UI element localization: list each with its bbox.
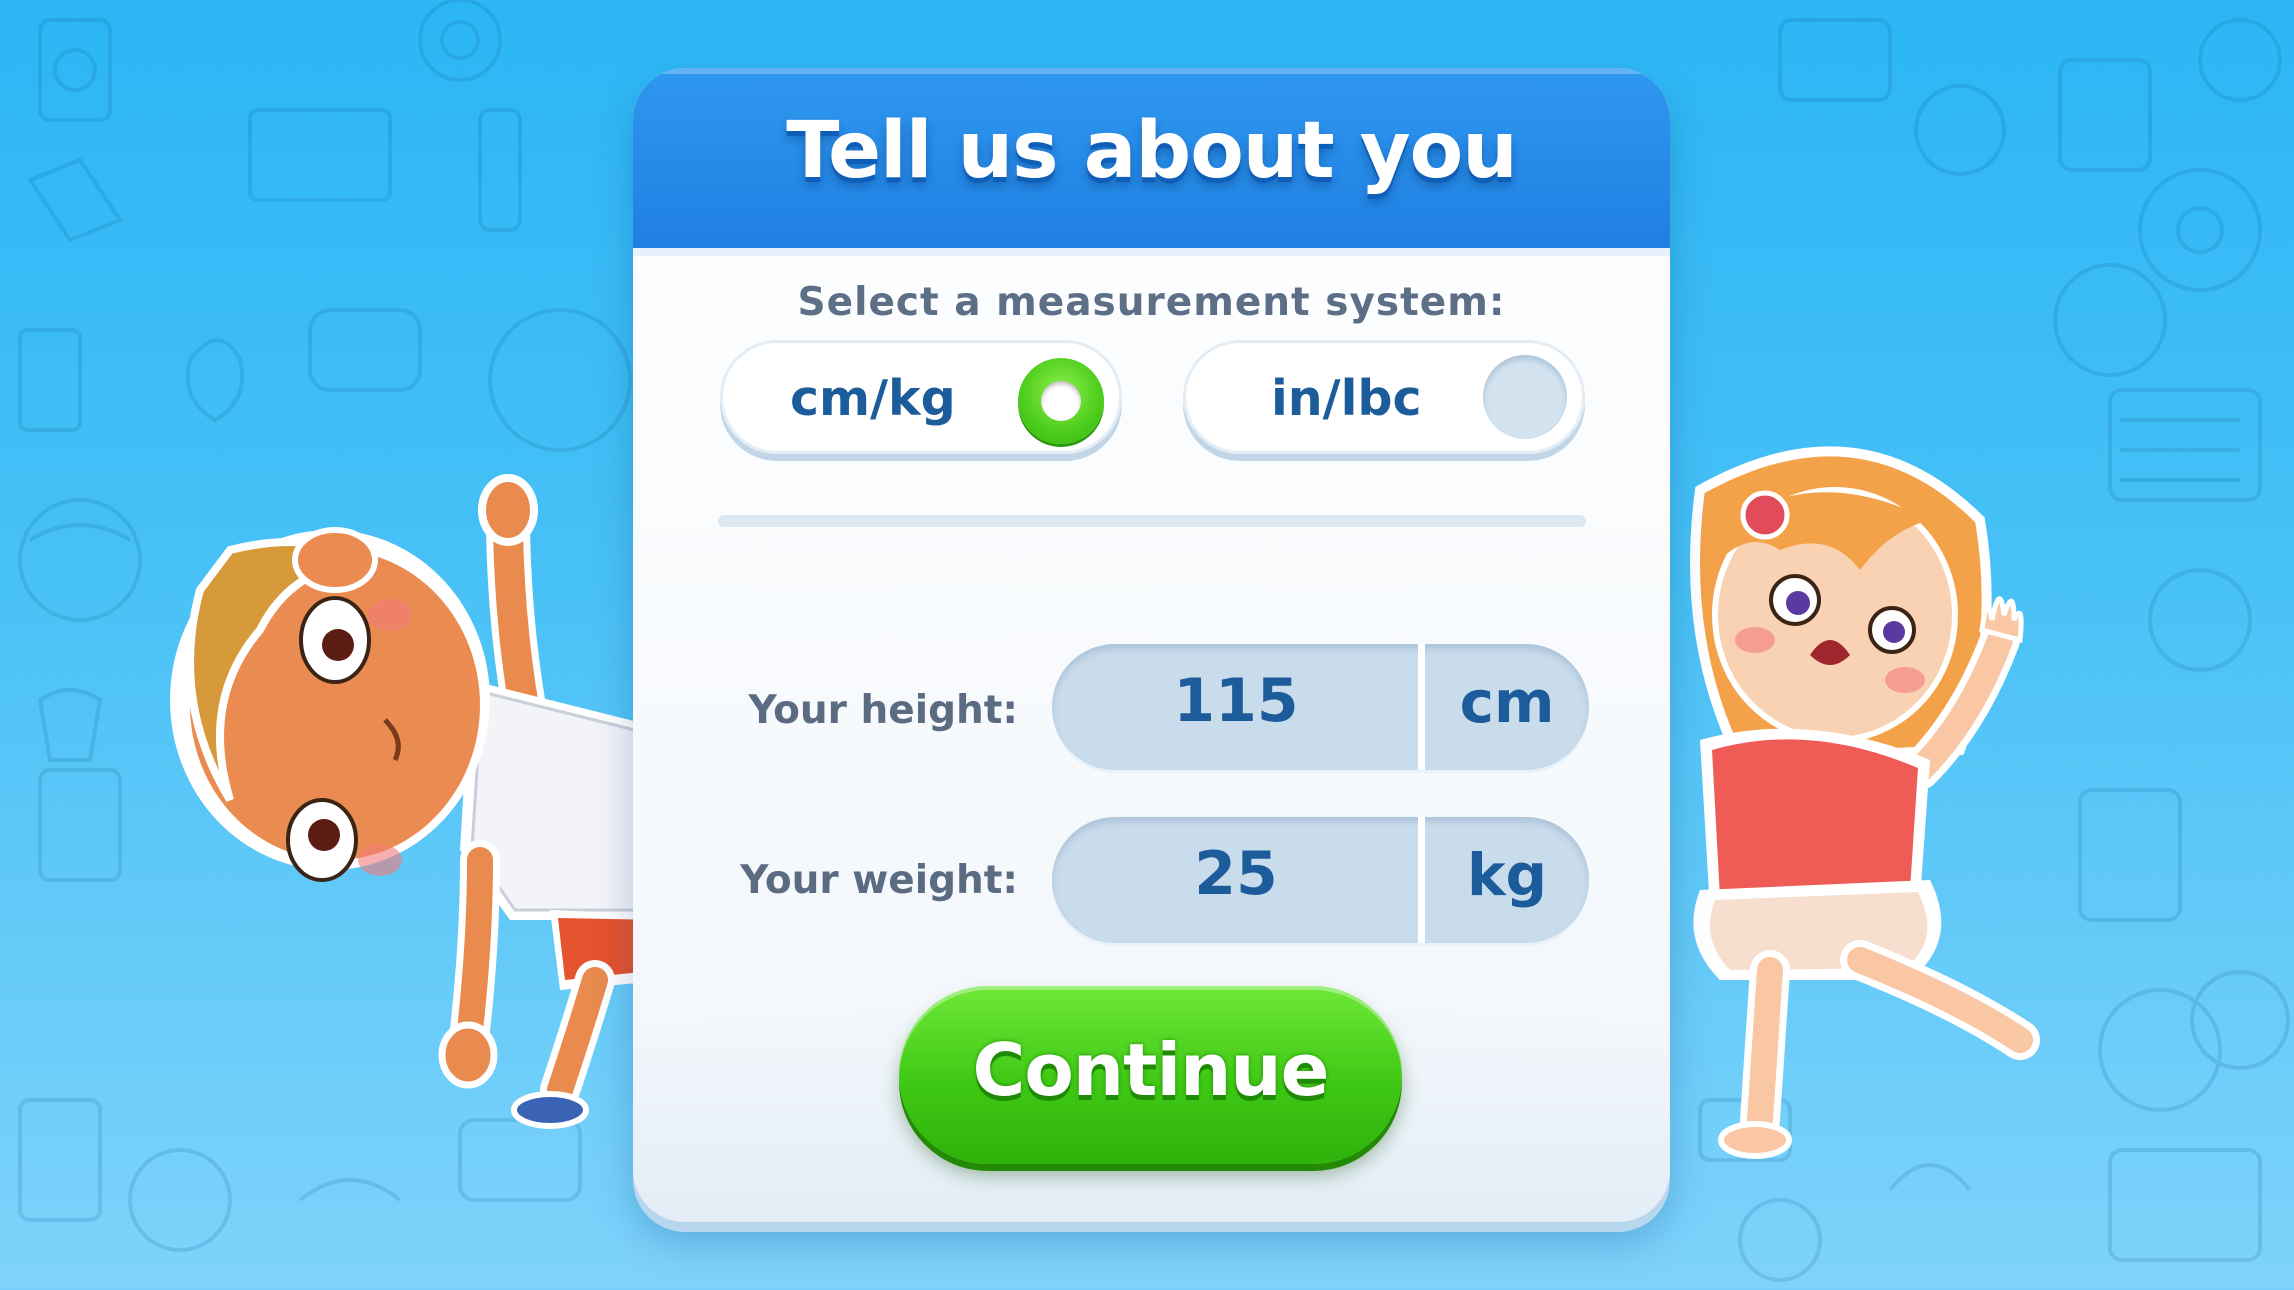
dialog-header: Tell us about you: [633, 68, 1670, 256]
radio-selected-icon[interactable]: [1018, 358, 1104, 444]
divider: [718, 515, 1586, 527]
unit-option-label: cm/kg: [790, 370, 956, 427]
field-separator: [1418, 817, 1425, 943]
weight-unit: kg: [1466, 841, 1548, 909]
weight-value[interactable]: 25: [1052, 839, 1420, 909]
height-value[interactable]: 115: [1052, 666, 1420, 736]
unit-option-in-lbc[interactable]: in/lbc: [1183, 340, 1585, 454]
weight-field[interactable]: 25 kg: [1052, 817, 1589, 943]
field-separator: [1418, 644, 1425, 770]
height-field[interactable]: 115 cm: [1052, 644, 1589, 770]
weight-label: Your weight:: [740, 858, 1018, 903]
girl-illustration: [1660, 440, 2060, 1170]
unit-option-label: in/lbc: [1271, 370, 1422, 427]
screen: { "dialog": { "title": "Tell us about yo…: [0, 0, 2294, 1290]
unit-option-cm-kg[interactable]: cm/kg: [720, 340, 1122, 454]
continue-button[interactable]: Continue: [899, 986, 1402, 1164]
radio-unselected-icon[interactable]: [1483, 355, 1567, 439]
height-unit: cm: [1459, 668, 1555, 736]
profile-dialog: Tell us about you Select a measurement s…: [633, 68, 1670, 1222]
dialog-title: Tell us about you: [786, 106, 1517, 196]
continue-button-label: Continue: [972, 1028, 1329, 1112]
measurement-system-prompt: Select a measurement system:: [797, 280, 1506, 325]
boy-illustration: [110, 470, 670, 1150]
height-label: Your height:: [748, 688, 1018, 733]
